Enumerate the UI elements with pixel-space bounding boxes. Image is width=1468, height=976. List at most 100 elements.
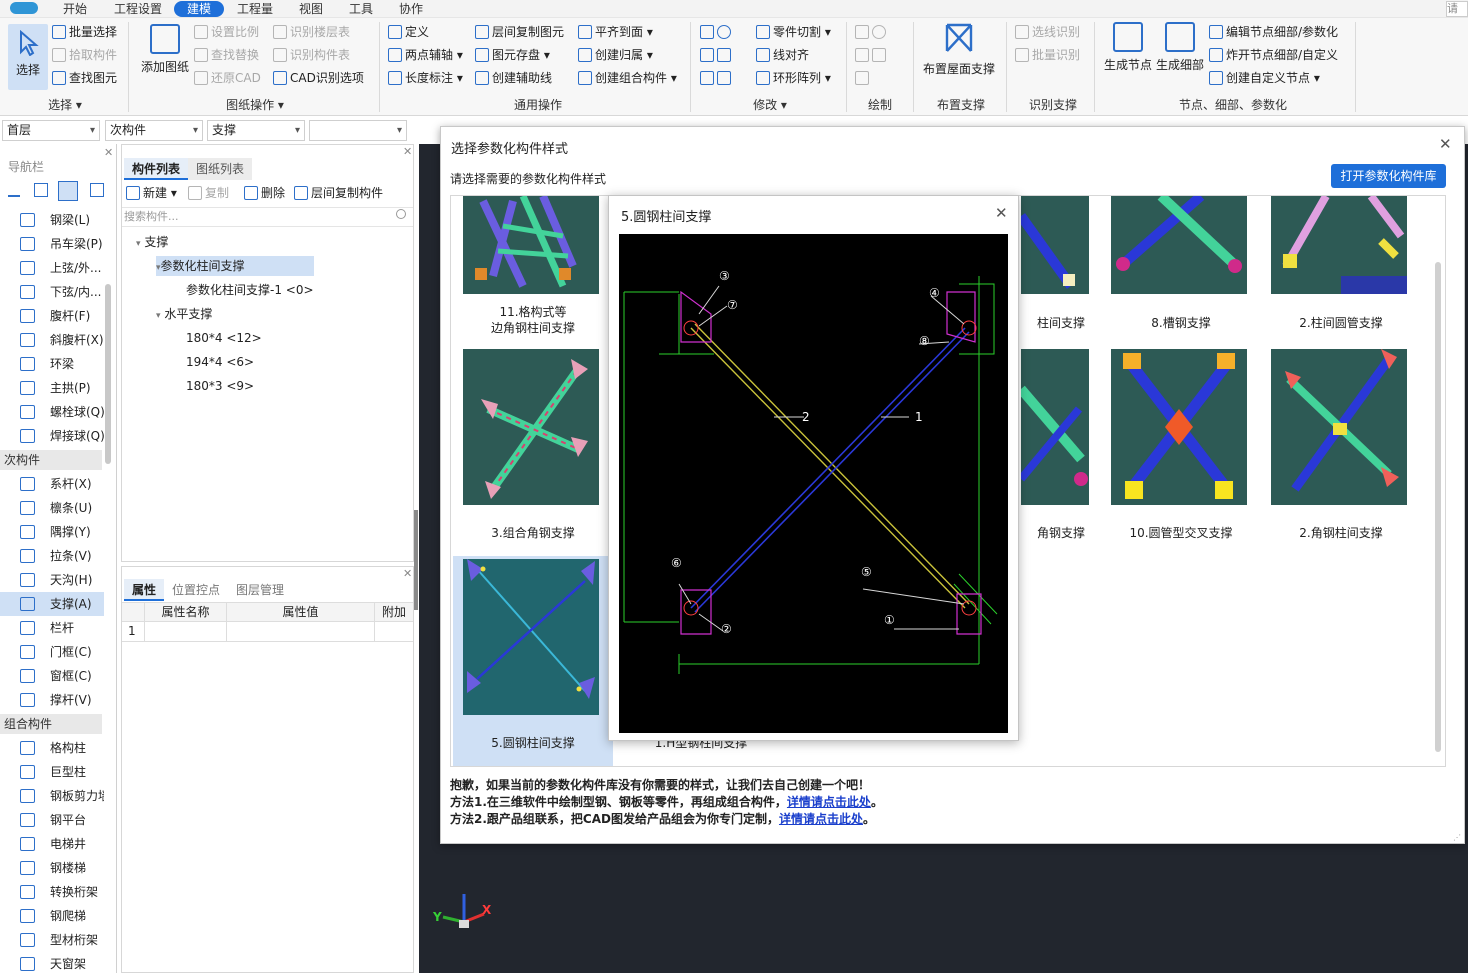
find-element-button[interactable]: 查找图元 xyxy=(52,68,117,88)
nav-item[interactable]: 腹杆(F) xyxy=(0,304,104,328)
detail-view-icon[interactable] xyxy=(90,183,104,197)
menu-quantity[interactable]: 工程量 xyxy=(232,1,278,17)
menu-project-settings[interactable]: 工程设置 xyxy=(110,1,166,17)
nav-item[interactable]: 钢楼梯 xyxy=(0,856,104,880)
extra-select[interactable] xyxy=(309,120,407,141)
delete-component-button[interactable]: 删除 xyxy=(244,183,285,203)
element-save-button[interactable]: 图元存盘 ▾ xyxy=(475,45,550,65)
tree-item-180x3[interactable]: 180*3 <9> xyxy=(186,376,254,396)
delete-tool-button[interactable] xyxy=(700,22,734,42)
batch-recognize-button[interactable]: 批量识别 xyxy=(1015,45,1080,65)
nav-item[interactable]: 环梁 xyxy=(0,352,104,376)
tree-item-180x4[interactable]: 180*4 <12> xyxy=(186,328,262,348)
nav-item[interactable]: 栏杆 xyxy=(0,616,104,640)
recognize-floor-table-button[interactable]: 识别楼层表 xyxy=(273,22,350,42)
cad-options-button[interactable]: CAD识别选项 xyxy=(273,68,364,88)
tab-properties[interactable]: 属性 xyxy=(124,579,165,601)
open-library-button[interactable]: 打开参数化构件库 xyxy=(1331,164,1446,188)
generate-detail-button[interactable]: 生成细部 xyxy=(1155,22,1205,73)
category-select[interactable]: 次构件 xyxy=(105,120,203,141)
nav-item[interactable]: 焊接球(Q) xyxy=(0,424,104,448)
create-combo-button[interactable]: 创建组合构件 ▾ xyxy=(578,68,677,88)
nav-item[interactable]: 螺栓球(Q) xyxy=(0,400,104,424)
complist-close-icon[interactable]: ✕ xyxy=(403,145,412,158)
menu-start[interactable]: 开始 xyxy=(56,1,94,17)
style-card-2-round[interactable]: 2.柱间圆管支撑 xyxy=(1261,196,1421,346)
generate-node-button[interactable]: 生成节点 xyxy=(1102,22,1154,73)
floor-select[interactable]: 首层 xyxy=(2,120,100,141)
tree-group-horizontal-brace[interactable]: ▾ 水平支撑 xyxy=(156,304,212,324)
add-drawing-button[interactable]: 添加图纸 xyxy=(138,24,192,75)
type-select[interactable]: 支撑 xyxy=(207,120,305,141)
nav-section-header[interactable]: 组合构件 xyxy=(0,714,102,734)
nav-close-icon[interactable]: ✕ xyxy=(104,146,113,159)
find-replace-button[interactable]: 查找替换 xyxy=(194,45,259,65)
component-search-input[interactable]: 搜索构件... xyxy=(122,207,413,227)
splitter-handle[interactable] xyxy=(414,510,418,610)
tree-group-param-brace[interactable]: ▾参数化柱间支撑 xyxy=(156,256,314,276)
nav-item[interactable]: 隅撑(Y) xyxy=(0,520,104,544)
nav-item[interactable]: 撑杆(V) xyxy=(0,688,104,712)
nav-item[interactable]: 门框(C) xyxy=(0,640,104,664)
tree-root[interactable]: ▾ 支撑 xyxy=(136,232,168,252)
interlayer-copy-button[interactable]: 层间复制图元 xyxy=(475,22,564,42)
nav-section-header[interactable]: 次构件 xyxy=(0,450,102,470)
grid-scrollbar[interactable] xyxy=(1435,262,1441,752)
draw-rect-button[interactable] xyxy=(855,68,872,88)
dialog-close-icon[interactable]: ✕ xyxy=(1439,135,1452,153)
tab-component-list[interactable]: 构件列表 xyxy=(124,158,189,180)
mirror-icon[interactable] xyxy=(717,48,731,62)
menu-tools[interactable]: 工具 xyxy=(344,1,378,17)
restore-cad-button[interactable]: 还原CAD xyxy=(194,68,261,88)
method2-link[interactable]: 详情请点击此处 xyxy=(779,812,863,826)
define-button[interactable]: 定义 xyxy=(388,22,429,42)
nav-item[interactable]: 窗框(C) xyxy=(0,664,104,688)
nav-item[interactable]: 钢爬梯 xyxy=(0,904,104,928)
pick-component-button[interactable]: 拾取构件 xyxy=(52,45,117,65)
app-logo-icon[interactable] xyxy=(10,2,38,14)
copy-component-button[interactable]: 复制 xyxy=(188,183,229,203)
style-card-3[interactable]: 3.组合角钢支撑 xyxy=(453,346,613,556)
offset-icon[interactable] xyxy=(717,71,731,85)
draw-line-button[interactable] xyxy=(855,45,889,65)
move-tool-button[interactable] xyxy=(700,68,734,88)
search-box[interactable]: 请输 xyxy=(1446,1,1468,17)
nav-item[interactable]: 檩条(U) xyxy=(0,496,104,520)
nav-item[interactable]: 格构柱 xyxy=(0,736,104,760)
layout-roof-brace-button[interactable]: 布置屋面支撑 xyxy=(920,22,998,77)
set-scale-button[interactable]: 设置比例 xyxy=(194,22,259,42)
nav-item[interactable]: 钢平台 xyxy=(0,808,104,832)
menu-view[interactable]: 视图 xyxy=(294,1,328,17)
nav-item[interactable]: 转换桁架 xyxy=(0,880,104,904)
nav-item[interactable]: 支撑(A) xyxy=(0,592,104,616)
batch-select-button[interactable]: 批量选择 xyxy=(52,22,117,42)
tab-layer-management[interactable]: 图层管理 xyxy=(228,579,292,601)
copy-tool-button[interactable] xyxy=(700,45,734,65)
nav-item[interactable]: 天沟(H) xyxy=(0,568,104,592)
draw-point-button[interactable] xyxy=(855,22,889,42)
preview-close-icon[interactable]: ✕ xyxy=(995,204,1008,222)
ring-array-button[interactable]: 环形阵列 ▾ xyxy=(756,68,831,88)
explode-node-button[interactable]: 炸开节点细部/自定义 xyxy=(1209,45,1338,65)
menu-modeling[interactable]: 建模 xyxy=(174,1,224,17)
collapse-icon[interactable] xyxy=(8,185,20,197)
nav-item[interactable]: 下弦/内... xyxy=(0,280,104,304)
resize-grip-icon[interactable]: ⋰ xyxy=(1453,833,1461,842)
interlayer-copy-component-button[interactable]: 层间复制构件 xyxy=(294,183,383,203)
arc-icon[interactable] xyxy=(872,48,886,62)
tree-item-param-brace-1[interactable]: 参数化柱间支撑-1 <0> xyxy=(186,280,314,300)
props-close-icon[interactable]: ✕ xyxy=(403,567,412,580)
style-card-8[interactable]: 8.槽钢支撑 xyxy=(1101,196,1261,346)
edit-node-button[interactable]: 编辑节点细部/参数化 xyxy=(1209,22,1338,42)
nav-item[interactable]: 型材桁架 xyxy=(0,928,104,952)
part-cut-button[interactable]: 零件切割 ▾ xyxy=(756,22,831,42)
nav-item[interactable]: 主拱(P) xyxy=(0,376,104,400)
create-belong-button[interactable]: 创建归属 ▾ xyxy=(578,45,653,65)
length-dimension-button[interactable]: 长度标注 ▾ xyxy=(388,68,463,88)
new-component-button[interactable]: 新建 ▾ xyxy=(126,183,177,203)
props-row[interactable]: 1 xyxy=(122,622,413,642)
expand-icon[interactable]: ▾ xyxy=(156,311,161,321)
select-button[interactable]: 选择 xyxy=(8,24,48,90)
nav-item[interactable]: 系杆(X) xyxy=(0,472,104,496)
nav-item[interactable]: 钢梁(L) xyxy=(0,208,104,232)
